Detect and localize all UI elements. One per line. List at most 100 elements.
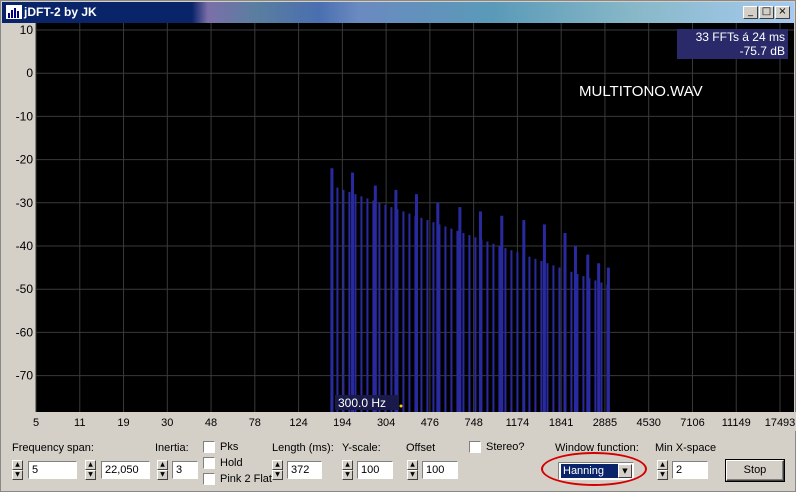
- window-function-select[interactable]: Hanning ▼: [558, 462, 634, 480]
- spectrum-bar: [336, 187, 339, 412]
- spectrum-bar: [576, 273, 579, 412]
- y-scale-label: Y-scale:: [342, 442, 381, 454]
- spectrum-bar: [498, 245, 501, 412]
- x-tick-label: 5: [33, 417, 39, 429]
- inertia-field[interactable]: 3: [172, 461, 198, 479]
- spectrum-bar: [351, 172, 355, 412]
- spectrum-bar: [390, 207, 393, 412]
- x-tick-label: 7106: [680, 417, 704, 429]
- stereo-checkbox[interactable]: [469, 441, 481, 453]
- pink-2-flat-label: Pink 2 Flat: [220, 473, 272, 485]
- y-scale-spinner[interactable]: ▲ ▼: [342, 460, 353, 480]
- length-spinner[interactable]: ▲ ▼: [272, 460, 283, 480]
- spectrum-bar: [420, 217, 423, 412]
- spectrum-bar: [474, 237, 477, 412]
- spectrum-bar: [456, 230, 459, 412]
- y-tick-label: -10: [16, 109, 34, 123]
- spectrum-bar: [486, 241, 489, 412]
- spectrum-bar: [540, 260, 543, 412]
- freq-min-field[interactable]: 5: [28, 461, 77, 479]
- min-x-space-spinner[interactable]: ▲ ▼: [657, 460, 668, 480]
- y-tick-label: -50: [16, 282, 34, 296]
- spectrum-bar: [552, 265, 555, 412]
- cursor-marker: [399, 404, 403, 408]
- freq-min-spinner[interactable]: ▲ ▼: [12, 460, 23, 480]
- spectrum-bar: [342, 189, 345, 412]
- spectrum-bar: [468, 235, 471, 412]
- length-field[interactable]: 372: [287, 461, 322, 479]
- stereo-label: Stereo?: [486, 441, 525, 453]
- freq-max-field[interactable]: 22,050: [101, 461, 150, 479]
- offset-field[interactable]: 100: [422, 461, 458, 479]
- y-tick-label: -30: [16, 196, 34, 210]
- title-bar[interactable]: jDFT-2 by JK _ □ ×: [2, 2, 794, 23]
- spectrum-bar: [458, 207, 462, 412]
- window-function-label: Window function:: [555, 442, 639, 454]
- y-scale-field[interactable]: 100: [357, 461, 393, 479]
- inertia-spinner[interactable]: ▲ ▼: [157, 460, 168, 480]
- freq-max-spinner[interactable]: ▲ ▼: [85, 460, 96, 480]
- min-x-space-label: Min X-space: [655, 442, 717, 454]
- hold-label: Hold: [220, 457, 243, 469]
- spectrum-bar: [366, 198, 369, 412]
- pink-2-flat-checkbox[interactable]: [203, 473, 215, 485]
- y-tick-label: -60: [16, 325, 34, 339]
- spectrum-bar: [432, 222, 435, 412]
- spectrum-bar: [354, 194, 357, 412]
- app-window: jDFT-2 by JK _ □ × 10 0 -10 -20 -30 -40 -50 -60…: [0, 0, 796, 492]
- spectrum-plot[interactable]: 10 0 -10 -20 -30 -40 -50 -60 -70 5 11 19 30 48 78 124 1…: [1, 23, 796, 431]
- length-label: Length (ms):: [272, 442, 334, 454]
- spectrum-bar: [492, 243, 495, 412]
- spectrum-bar: [564, 269, 567, 412]
- x-tick-label: 48: [205, 417, 217, 429]
- spectrum-bar: [372, 200, 375, 412]
- chevron-down-icon[interactable]: ▼: [618, 464, 632, 478]
- hold-checkbox[interactable]: [203, 457, 215, 469]
- x-tick-label: 2885: [593, 417, 617, 429]
- db-info-text: -75.7 dB: [740, 44, 785, 58]
- maximize-button[interactable]: □: [759, 6, 774, 19]
- spectrum-bar: [534, 258, 537, 412]
- spectrum-bar: [516, 252, 519, 412]
- app-icon[interactable]: [6, 5, 22, 19]
- x-tick-label: 194: [333, 417, 351, 429]
- x-tick-label: 124: [289, 417, 307, 429]
- minimize-button[interactable]: _: [743, 6, 758, 19]
- x-tick-label: 748: [464, 417, 482, 429]
- stop-button[interactable]: Stop: [726, 460, 784, 481]
- pks-checkbox[interactable]: [203, 441, 215, 453]
- cursor-frequency-label: 300.0 Hz: [338, 396, 386, 410]
- spectrum-bar: [597, 263, 601, 412]
- inertia-label: Inertia:: [155, 442, 189, 454]
- spectrum-bar: [360, 196, 363, 412]
- window-function-value: Hanning: [561, 464, 619, 478]
- y-tick-label: -40: [16, 239, 34, 253]
- fft-info-text: 33 FFTs á 24 ms: [696, 30, 785, 44]
- spectrum-bar: [348, 191, 351, 412]
- spectrum-bar: [378, 202, 381, 412]
- pks-label: Pks: [220, 441, 239, 453]
- filename-label: MULTITONO.WAV: [579, 83, 703, 100]
- close-button[interactable]: ×: [775, 6, 790, 19]
- spectrum-bar: [426, 220, 429, 412]
- x-tick-label: 11: [74, 417, 85, 429]
- min-x-space-field[interactable]: 2: [672, 461, 708, 479]
- x-tick-label: 4530: [636, 417, 660, 429]
- x-tick-label: 476: [421, 417, 439, 429]
- spectrum-bar: [438, 224, 441, 412]
- spectrum-bar: [606, 284, 609, 412]
- spectrum-bar: [600, 282, 603, 412]
- spectrum-bar: [546, 263, 549, 412]
- spectrum-bar: [414, 215, 417, 412]
- spectrum-bar: [558, 267, 561, 412]
- spectrum-bar: [594, 280, 597, 412]
- x-tick-label: 11149: [722, 417, 751, 429]
- spectrum-bar: [522, 254, 525, 412]
- spectrum-bar: [582, 276, 585, 412]
- spectrum-bar: [510, 250, 513, 412]
- spectrum-bar: [542, 224, 546, 412]
- spectrum-bar: [402, 211, 405, 412]
- x-tick-label: 30: [161, 417, 173, 429]
- offset-spinner[interactable]: ▲ ▼: [407, 460, 418, 480]
- spectrum-bar: [330, 185, 333, 412]
